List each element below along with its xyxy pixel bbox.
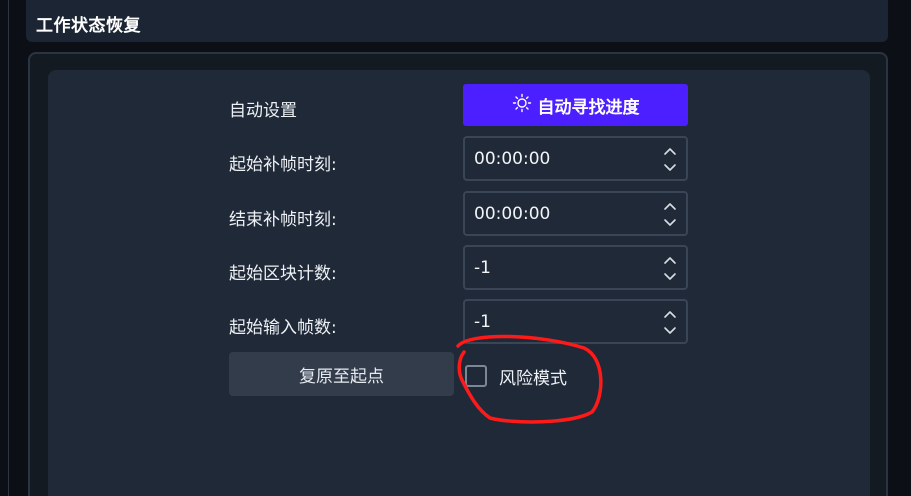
start-input-frame-value: -1 [474,312,491,332]
start-input-frame-input[interactable]: -1 [463,299,688,344]
risk-mode-checkbox[interactable]: 风险模式 [465,364,567,389]
reset-to-start-button[interactable]: 复原至起点 [229,352,454,396]
start-block-count-input[interactable]: -1 [463,245,688,290]
end-interp-time-input[interactable]: 00:00:00 [463,191,688,236]
window-edge [8,0,9,496]
auto-find-progress-label: 自动寻找进度 [537,97,640,118]
section-header: 工作状态恢复 [26,0,888,42]
start-block-count-label: 起始区块计数: [229,264,337,284]
auto-find-progress-button[interactable]: 自动寻找进度 [463,84,688,126]
spin-arrows-icon[interactable] [662,252,678,284]
risk-mode-label: 风险模式 [499,368,567,389]
start-interp-time-value: 00:00:00 [474,149,551,169]
settings-panel [48,70,870,496]
spin-arrows-icon[interactable] [662,143,678,175]
lightbulb-icon [512,93,532,118]
spin-arrows-icon[interactable] [662,306,678,338]
start-input-frame-label: 起始输入帧数: [229,318,337,338]
work-state-restore-window: 工作状态恢复 自动设置 自动寻找进度 起始补帧时刻: 00:00:00 结束补帧… [0,0,911,496]
auto-settings-label: 自动设置 [229,101,297,121]
start-block-count-value: -1 [474,258,491,278]
end-interp-time-value: 00:00:00 [474,204,551,224]
start-interp-time-input[interactable]: 00:00:00 [463,136,688,181]
spin-arrows-icon[interactable] [662,198,678,230]
end-interp-time-label: 结束补帧时刻: [229,210,337,230]
checkbox-box[interactable] [465,365,487,387]
start-interp-time-label: 起始补帧时刻: [229,155,337,175]
section-title: 工作状态恢复 [36,16,141,36]
